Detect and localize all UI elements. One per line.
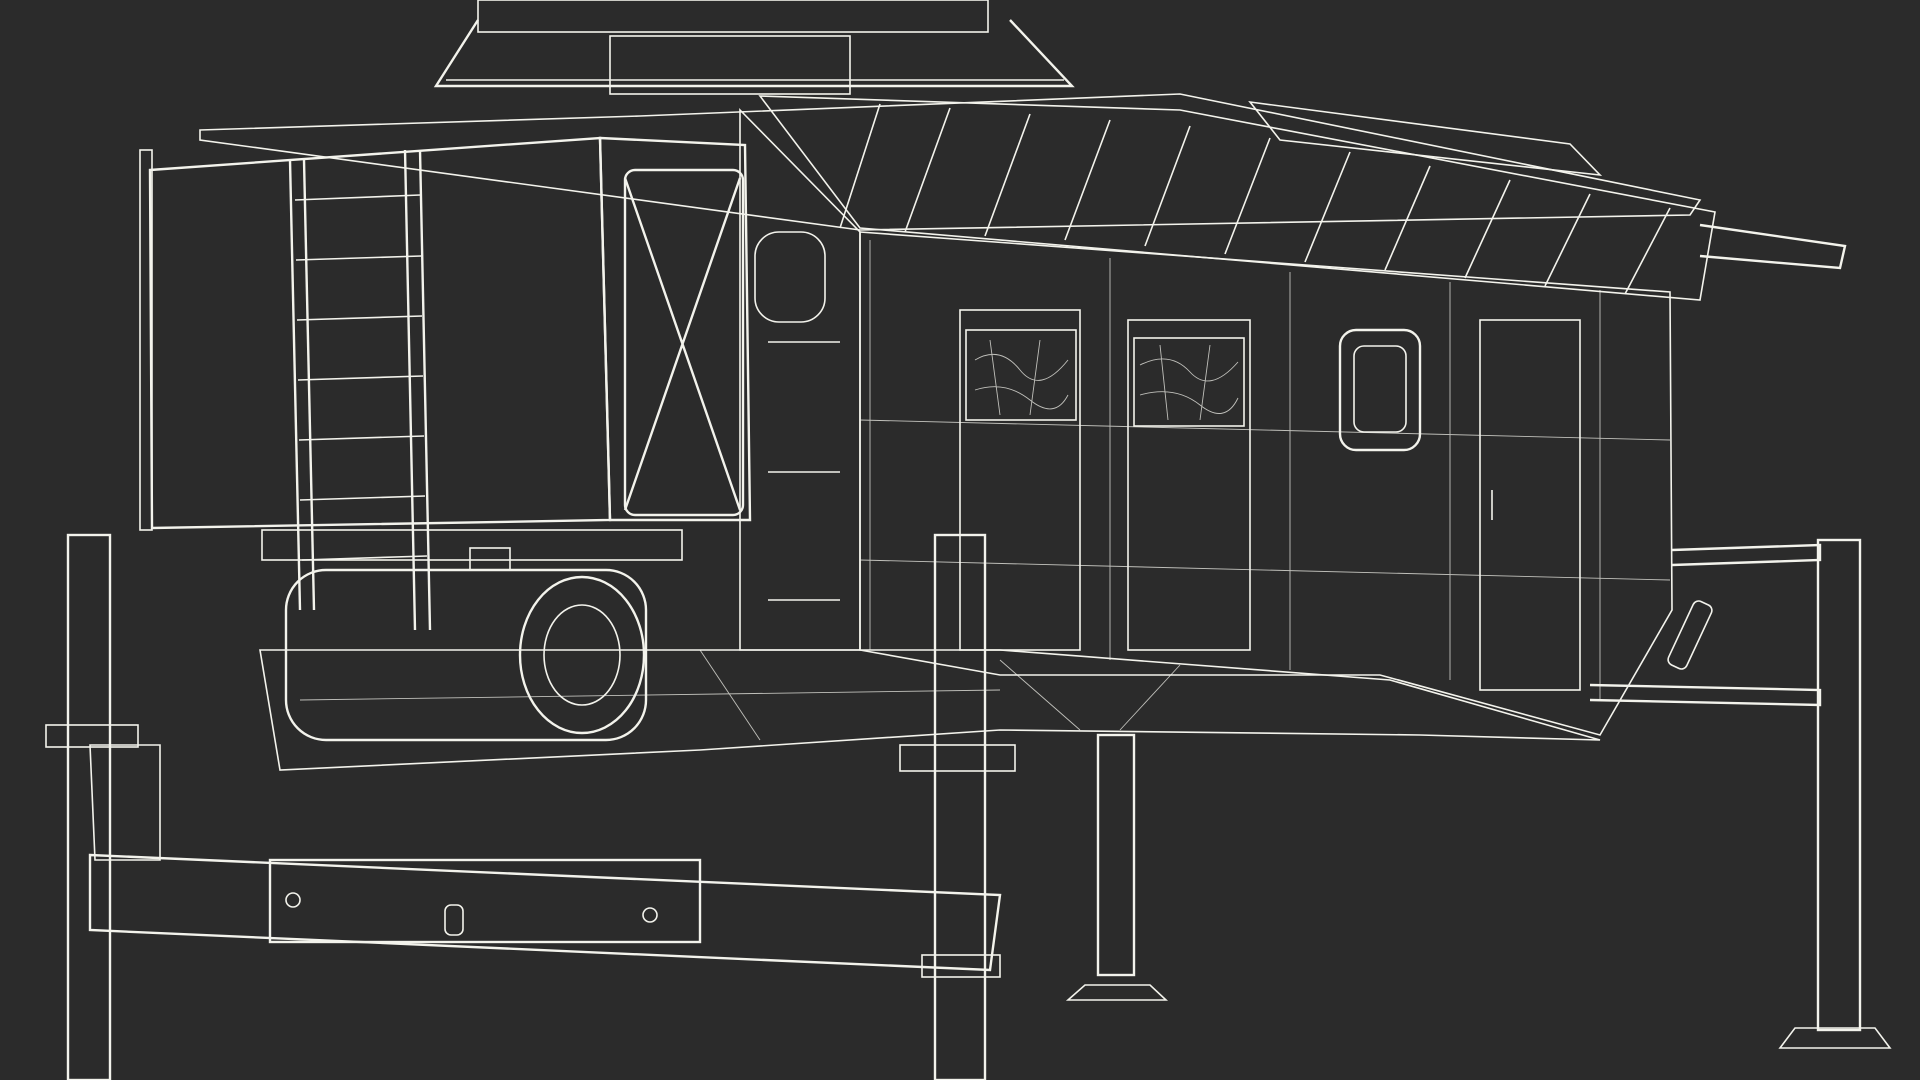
fuel-tank	[261, 529, 683, 742]
ladder	[288, 149, 432, 631]
antenna-assembly	[433, 0, 1075, 95]
side-hatches	[859, 240, 1671, 700]
wireframe-scene	[45, 0, 1892, 1080]
shelter-body	[199, 93, 1847, 771]
outrigger-legs	[45, 533, 1892, 1080]
roof-panels	[758, 95, 1847, 301]
